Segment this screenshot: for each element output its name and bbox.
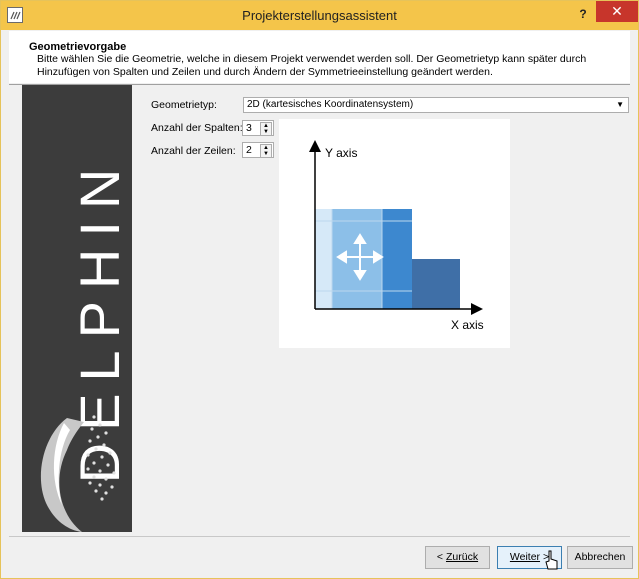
delphin-logo: DELPHIN — [40, 157, 131, 532]
rows-value: 2 — [246, 144, 252, 156]
next-label: Weiter — [509, 551, 541, 563]
spin-arrows-icon[interactable]: ▲ ▼ — [260, 144, 272, 158]
rows-label: Anzahl der Zeilen: — [151, 145, 236, 157]
columns-label: Anzahl der Spalten: — [151, 122, 243, 134]
mouse-pointer-icon — [545, 550, 558, 570]
close-button[interactable]: ✕ — [596, 1, 638, 22]
back-button[interactable]: < Zurück — [425, 546, 490, 569]
columns-value: 3 — [246, 122, 252, 134]
geometry-type-select[interactable]: 2D (kartesisches Koordinatensystem) ▼ — [243, 97, 629, 113]
grid-cell — [382, 209, 412, 309]
grid-cell — [412, 259, 460, 309]
y-axis-label: Y axis — [325, 146, 357, 160]
back-prefix: < — [436, 551, 446, 563]
geometry-preview: Y axis X axis — [279, 119, 510, 348]
title-bar: Projekterstellungsassistent ? ✕ — [1, 1, 638, 30]
footer-divider — [9, 536, 630, 537]
wizard-window: Projekterstellungsassistent ? ✕ Geometri… — [0, 0, 639, 579]
x-axis-label: X axis — [451, 318, 484, 332]
geometry-type-value: 2D (kartesisches Koordinatensystem) — [247, 99, 414, 110]
grid-cell — [315, 209, 332, 309]
cancel-button[interactable]: Abbrechen — [567, 546, 633, 569]
page-description: Bitte wählen Sie die Geometrie, welche i… — [37, 53, 587, 78]
columns-spinbox[interactable]: 3 ▲ ▼ — [242, 120, 274, 136]
geometry-type-label: Geometrietyp: — [151, 99, 217, 111]
window-title: Projekterstellungsassistent — [242, 8, 397, 23]
chevron-down-icon[interactable]: ▼ — [616, 98, 624, 112]
page-title: Geometrievorgabe — [29, 41, 127, 53]
rows-spinbox[interactable]: 2 ▲ ▼ — [242, 142, 274, 158]
brand-text: DELPHIN — [68, 157, 131, 484]
delphin-banner: DELPHIN — [22, 85, 132, 532]
back-label: Zurück — [445, 551, 479, 563]
help-button[interactable]: ? — [573, 5, 593, 23]
spin-arrows-icon[interactable]: ▲ ▼ — [260, 122, 272, 136]
